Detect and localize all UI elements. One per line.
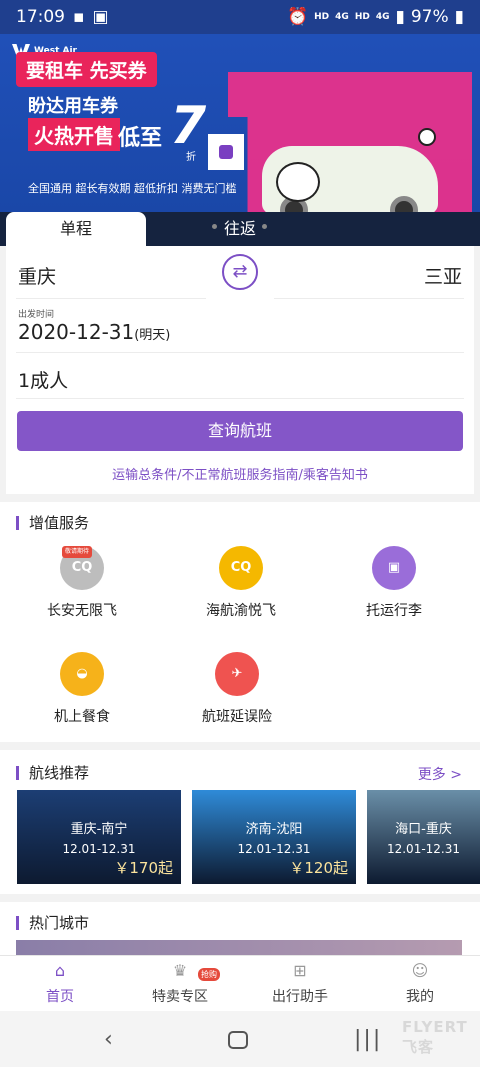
route-price: ￥170起 (114, 859, 173, 877)
nav-assistant-label: 出行助手 (272, 989, 328, 1005)
battery-percent: 97% (410, 7, 449, 27)
home-button-icon[interactable] (228, 1031, 248, 1049)
bottom-nav: ⌂ 首页 ♛ 特卖专区 抢购 ⊞ 出行助手 ☺ 我的 (0, 955, 480, 1011)
tab-roundtrip[interactable]: 往返 (206, 212, 274, 246)
banner-line2: 盼达用车券 (28, 96, 118, 117)
luggage-icon: ▣ (372, 546, 416, 590)
nav-assistant[interactable]: ⊞ 出行助手 (240, 962, 360, 1006)
service-item[interactable]: ▣ 托运行李 (334, 546, 454, 620)
panda-mascot-icon (276, 162, 320, 202)
network-4g-2: 4G (375, 12, 390, 22)
cloche-icon: ◒ (60, 652, 104, 696)
route-dates: 12.01-12.31 (386, 842, 461, 856)
trip-type-tabs: 单程 往返 (0, 212, 480, 252)
back-icon[interactable]: ‹ (104, 1027, 113, 1052)
clock: 17:09 (16, 7, 65, 27)
signal-icon: ▮ (395, 7, 405, 27)
user-icon: ☺ (411, 961, 429, 980)
route-dates: 12.01-12.31 (237, 842, 311, 856)
message-icon: ▪ (73, 7, 85, 27)
deals-badge: 抢购 (198, 968, 220, 981)
crown-icon: ♛ (172, 961, 188, 980)
panda-small-icon (418, 128, 436, 146)
date-hint: (明天) (134, 328, 171, 343)
service-item[interactable]: ◒ 机上餐食 (22, 652, 142, 726)
hot-city-image[interactable] (16, 940, 462, 956)
nav-deals[interactable]: ♛ 特卖专区 抢购 (120, 962, 240, 1006)
route-card[interactable]: 重庆-南宁 12.01-12.31 ￥170起 (17, 790, 181, 884)
booking-card: 重庆 ⇄ 三亚 出发时间 2020-12-31(明天) 1成人 查询航班 运输总… (6, 246, 474, 494)
network-hd-2: HD (354, 12, 370, 22)
status-bar: 17:09 ▪ ▣ ⏰ HD 4G HD 4G ▮ 97% ▮ (0, 0, 480, 34)
route-card[interactable]: 海口-重庆 12.01-12.31 (367, 790, 480, 884)
route-name: 重庆-南宁 (70, 822, 128, 837)
nav-deals-label: 特卖专区 (152, 989, 208, 1005)
route-name: 海口-重庆 (395, 822, 452, 837)
home-icon: ⌂ (54, 961, 66, 980)
departure-date[interactable]: 2020-12-31(明天) (18, 320, 170, 344)
qr-code-icon (208, 134, 244, 170)
service-item[interactable]: CQ 海航渝悦飞 (181, 546, 301, 620)
nav-home-label: 首页 (46, 989, 74, 1005)
image-icon: ▣ (92, 7, 109, 27)
route-price: ￥120起 (289, 859, 348, 877)
hot-cities-title: 热门城市 (16, 916, 89, 931)
swap-icon[interactable]: ⇄ (222, 254, 258, 290)
service-label: 托运行李 (366, 603, 422, 619)
watermark: FLYERT 飞客 (402, 1018, 468, 1056)
banner-tag: 火热开售 (28, 118, 120, 151)
grid-icon: ⊞ (293, 961, 307, 980)
carousel-dot-1 (212, 224, 217, 229)
nav-me-label: 我的 (406, 989, 434, 1005)
battery-icon: ▮ (454, 7, 464, 27)
date-label: 出发时间 (18, 310, 55, 320)
nav-me[interactable]: ☺ 我的 (360, 962, 480, 1006)
alarm-icon: ⏰ (286, 7, 309, 27)
recents-icon[interactable]: ||| (354, 1027, 382, 1052)
date-value: 2020-12-31 (18, 320, 135, 344)
policy-links[interactable]: 运输总条件/不正常航班服务指南/乘客告知书 (6, 464, 474, 483)
service-label: 长安无限飞 (47, 603, 117, 619)
to-city[interactable]: 三亚 (424, 262, 462, 289)
coming-soon-badge: 敬请期待 (62, 546, 93, 558)
network-4g-1: 4G (335, 12, 349, 22)
more-routes-link[interactable]: 更多 > (418, 764, 462, 784)
hot-cities-section: 热门城市 (0, 902, 480, 956)
route-name: 济南-沈阳 (245, 822, 303, 837)
divider (16, 398, 464, 399)
search-flights-button[interactable]: 查询航班 (17, 411, 463, 451)
from-city[interactable]: 重庆 (18, 262, 56, 289)
service-label: 海航渝悦飞 (206, 603, 276, 619)
service-item[interactable]: CQ 敬请期待 长安无限飞 (22, 546, 142, 620)
passenger-selector[interactable]: 1成人 (18, 366, 68, 393)
routes-title: 航线推荐 (16, 766, 89, 781)
banner-headline: 要租车 先买券 (16, 52, 157, 87)
route-dates: 12.01-12.31 (62, 842, 136, 856)
service-label: 机上餐食 (54, 709, 110, 725)
banner-seven: 7 (170, 96, 207, 156)
cq-icon: CQ (219, 546, 263, 590)
service-label: 航班延误险 (202, 709, 272, 725)
banner-zhe: 折 (186, 152, 196, 163)
shield-plane-icon: ✈ (215, 652, 259, 696)
divider (16, 298, 206, 299)
banner-subtitle: 全国通用 超长有效期 超低折扣 消费无门槛 (28, 182, 237, 195)
nav-home[interactable]: ⌂ 首页 (0, 962, 120, 1006)
carousel-dot-2 (262, 224, 267, 229)
service-item[interactable]: ✈ 航班延误险 (177, 652, 297, 726)
divider (274, 298, 464, 299)
services-title: 增值服务 (16, 516, 89, 531)
network-hd-1: HD (314, 12, 330, 22)
route-card[interactable]: 济南-沈阳 12.01-12.31 ￥120起 (192, 790, 356, 884)
banner-low: 低至 (118, 126, 163, 151)
divider (16, 352, 464, 353)
